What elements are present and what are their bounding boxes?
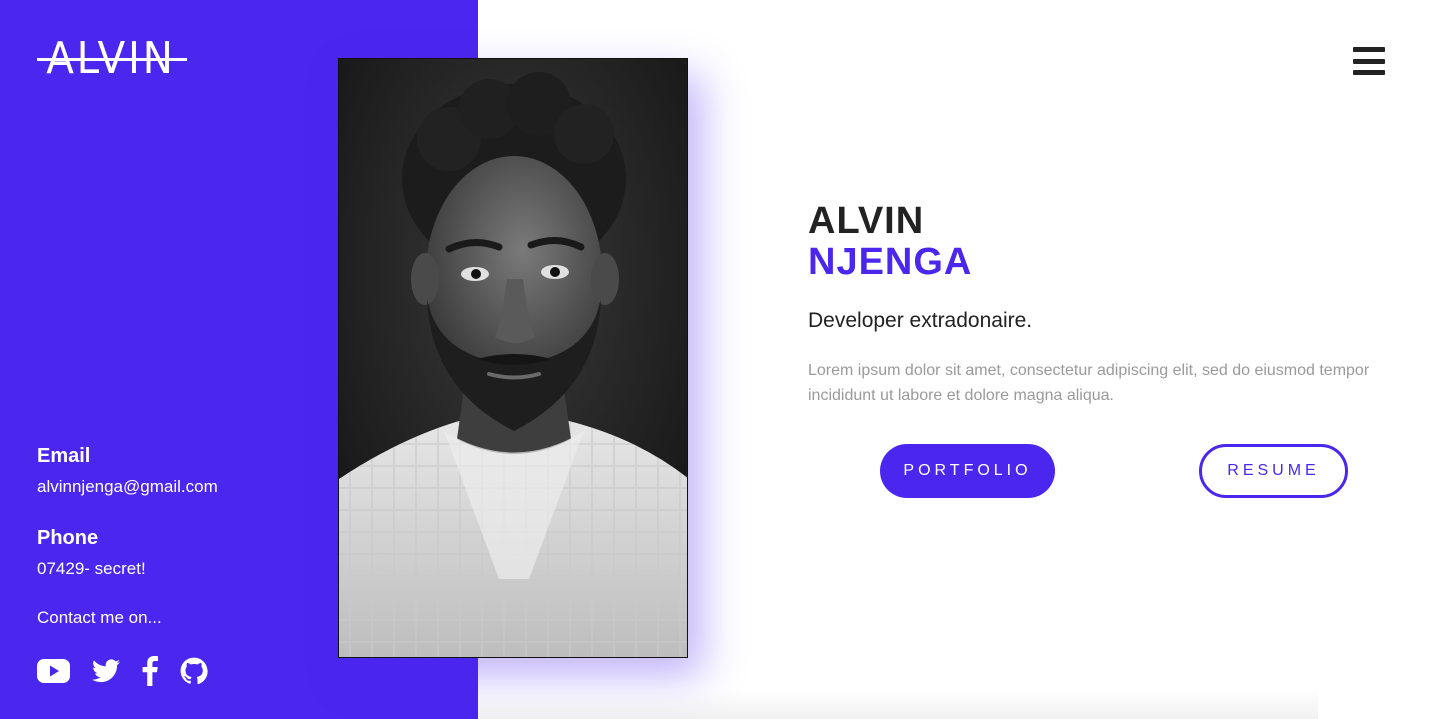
hero-first-name: ALVIN bbox=[808, 200, 925, 242]
profile-photo bbox=[338, 58, 688, 658]
logo-strike-line bbox=[37, 58, 187, 61]
page: ALVIN Email alvinnjenga@gmail.com Phone … bbox=[0, 0, 1440, 719]
twitter-icon[interactable] bbox=[92, 656, 120, 686]
hero-last-name: NJENGA bbox=[808, 241, 973, 283]
menu-bar bbox=[1353, 58, 1385, 64]
menu-bar bbox=[1353, 47, 1385, 52]
phone-heading: Phone bbox=[37, 527, 99, 549]
logo[interactable]: ALVIN bbox=[37, 36, 188, 82]
facebook-icon[interactable] bbox=[142, 656, 158, 686]
phone-block: Phone 07429- secret! bbox=[37, 526, 146, 580]
hero-bio: Lorem ipsum dolor sit amet, consectetur … bbox=[808, 362, 1370, 404]
footer-shadow bbox=[478, 690, 1318, 719]
youtube-icon[interactable] bbox=[37, 656, 70, 686]
phone-value: 07429- secret! bbox=[37, 559, 146, 578]
email-heading: Email bbox=[37, 445, 91, 467]
resume-button[interactable]: RESUME bbox=[1199, 444, 1348, 498]
menu-bar bbox=[1353, 70, 1385, 75]
email-value[interactable]: alvinnjenga@gmail.com bbox=[37, 476, 218, 498]
hamburger-menu-icon[interactable] bbox=[1353, 47, 1385, 75]
hero-tagline: Developer extradonaire. bbox=[808, 309, 1033, 332]
contact-cta: Contact me on... bbox=[37, 608, 162, 627]
portfolio-button[interactable]: PORTFOLIO bbox=[880, 444, 1055, 498]
social-links bbox=[37, 656, 230, 686]
email-block: Email alvinnjenga@gmail.com bbox=[37, 444, 218, 498]
github-icon[interactable] bbox=[180, 656, 208, 686]
